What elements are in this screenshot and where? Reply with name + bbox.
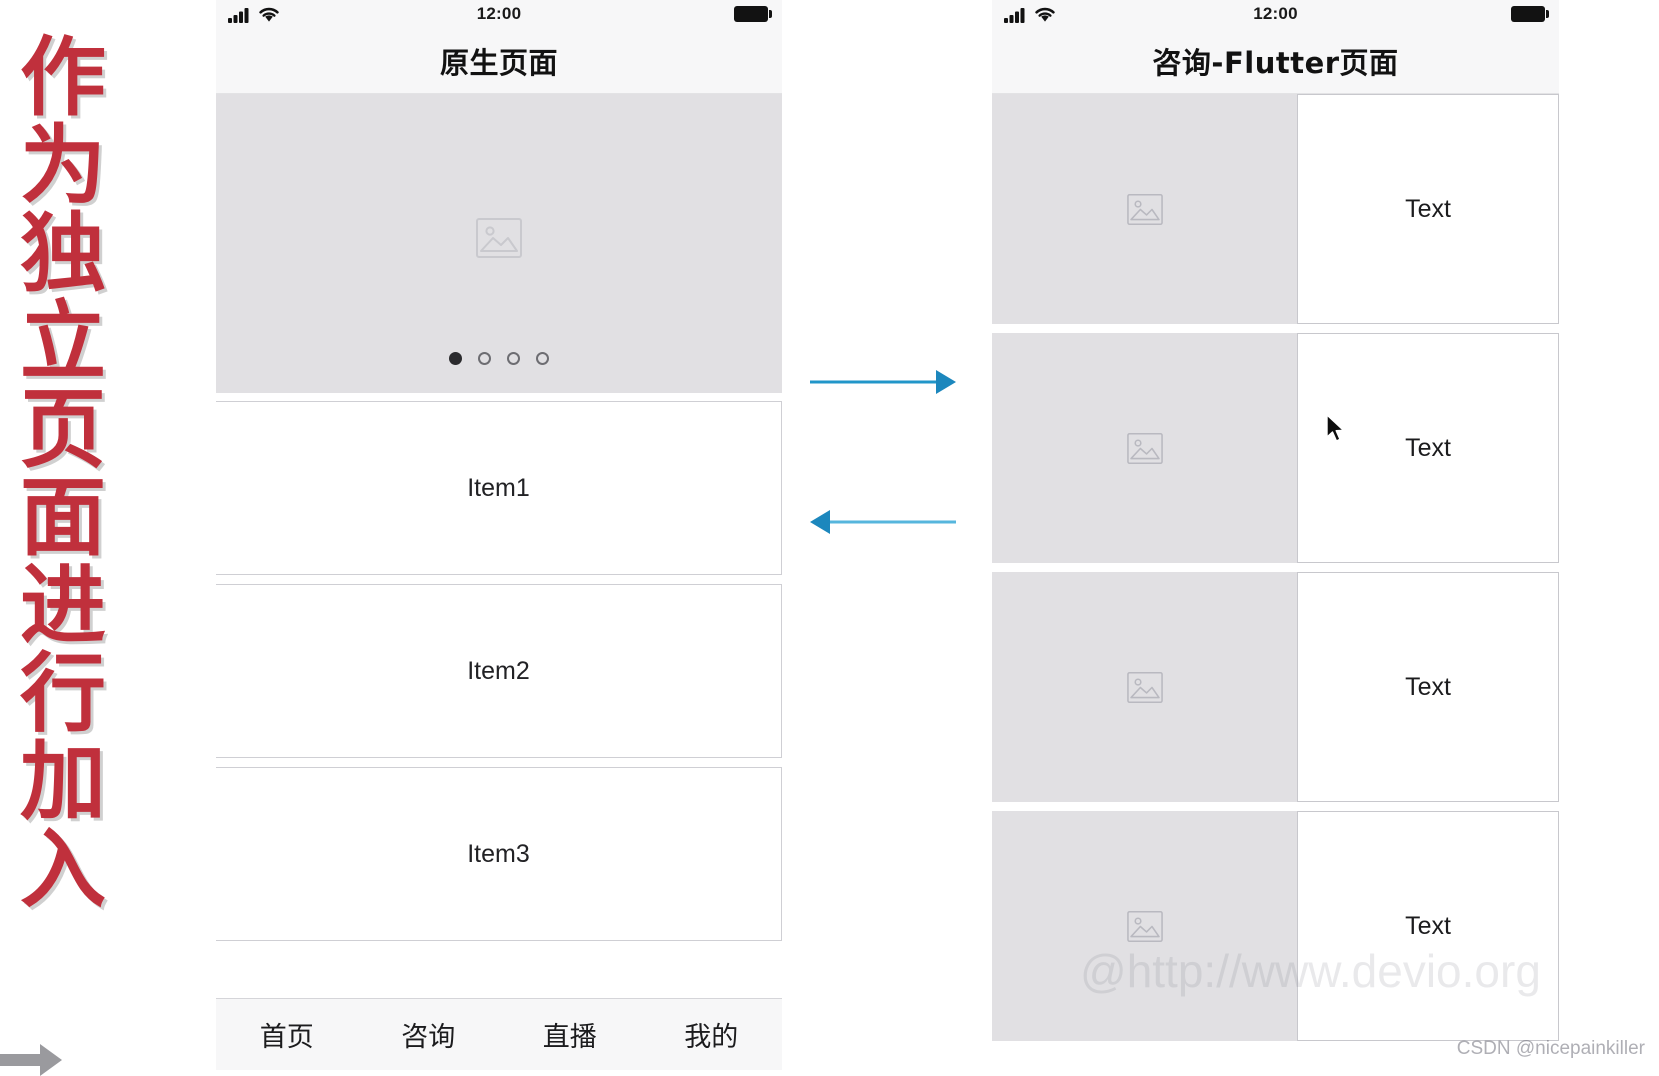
caption-char: 立 — [20, 292, 106, 392]
list-item-image — [992, 94, 1297, 324]
list-item-label: Item1 — [467, 473, 530, 502]
tab-live[interactable]: 直播 — [499, 1015, 641, 1054]
navbar-native: 原生页面 — [216, 28, 782, 94]
navbar-flutter: 咨询-Flutter页面 — [992, 28, 1559, 94]
statusbar-time: 12:00 — [1253, 4, 1298, 23]
statusbar-right-icons — [1511, 6, 1549, 22]
battery-full-icon — [734, 6, 772, 22]
caption-char: 独 — [20, 204, 106, 304]
image-placeholder-icon — [476, 218, 522, 258]
list-item-text-box[interactable]: Text — [1297, 811, 1559, 1041]
list-item[interactable]: Item1 — [216, 401, 782, 575]
list-item-label: Item3 — [467, 839, 530, 868]
list-item-text-box[interactable]: Text — [1297, 94, 1559, 324]
statusbar-flutter: 12:00 — [992, 0, 1559, 28]
caption-char: 面 — [20, 468, 106, 568]
gray-arrow-icon — [0, 1044, 62, 1076]
tab-home[interactable]: 首页 — [216, 1015, 358, 1054]
list-item-label: Item2 — [467, 656, 530, 685]
carousel-dot-2[interactable] — [478, 352, 491, 365]
native-item-list: Item1 Item2 Item3 — [216, 393, 782, 941]
vertical-caption: 作 为 独 立 页 面 进 行 加 入 — [8, 0, 118, 1070]
list-item-label: Text — [1405, 911, 1451, 940]
statusbar-right-icons — [734, 6, 772, 22]
caption-char: 为 — [20, 116, 106, 216]
caption-char: 作 — [20, 28, 106, 128]
page-title-flutter: 咨询-Flutter页面 — [1152, 45, 1399, 80]
caption-char: 入 — [20, 820, 106, 920]
banner-image-placeholder — [216, 218, 782, 258]
list-item-label: Text — [1405, 194, 1451, 223]
list-item-image — [992, 333, 1297, 563]
caption-char: 行 — [20, 644, 106, 744]
statusbar-native: 12:00 — [216, 0, 782, 28]
statusbar-time: 12:00 — [476, 4, 522, 23]
phone-native: 12:00 原生页面 Item1 Item2 Item3 首页 咨询 直播 我的 — [216, 0, 782, 1070]
list-item[interactable]: Item3 — [216, 767, 782, 941]
tab-consult[interactable]: 咨询 — [358, 1015, 500, 1054]
list-item-image — [992, 572, 1297, 802]
image-placeholder-icon — [1126, 432, 1163, 464]
caption-char: 进 — [20, 556, 106, 656]
caption-char: 页 — [20, 380, 106, 480]
list-item-image — [992, 811, 1297, 1041]
list-item[interactable]: Text — [992, 333, 1559, 563]
tab-mine[interactable]: 我的 — [641, 1015, 783, 1054]
page-title-native: 原生页面 — [439, 45, 558, 80]
phone-flutter: 12:00 咨询-Flutter页面 Text Text Text Text — [992, 0, 1559, 1070]
flutter-item-list: Text Text Text Text — [992, 94, 1559, 1041]
list-item[interactable]: Text — [992, 94, 1559, 324]
list-item-text-box[interactable]: Text — [1297, 572, 1559, 802]
carousel-dot-4[interactable] — [536, 352, 549, 365]
image-placeholder-icon — [1126, 910, 1163, 942]
carousel-dot-3[interactable] — [507, 352, 520, 365]
arrow-right-icon — [810, 370, 956, 394]
arrow-left-icon — [810, 510, 956, 534]
battery-full-icon — [1511, 6, 1549, 22]
caption-char: 加 — [20, 732, 106, 832]
list-item[interactable]: Text — [992, 572, 1559, 802]
banner-carousel[interactable] — [216, 94, 782, 393]
carousel-dots[interactable] — [216, 352, 782, 365]
image-placeholder-icon — [1126, 671, 1163, 703]
list-item-label: Text — [1405, 433, 1451, 462]
carousel-dot-1[interactable] — [449, 352, 462, 365]
list-item[interactable]: Item2 — [216, 584, 782, 758]
list-item-text-box[interactable]: Text — [1297, 333, 1559, 563]
list-item[interactable]: Text — [992, 811, 1559, 1041]
image-placeholder-icon — [1126, 193, 1163, 225]
list-item-label: Text — [1405, 672, 1451, 701]
tabbar-native: 首页 咨询 直播 我的 — [216, 998, 782, 1070]
